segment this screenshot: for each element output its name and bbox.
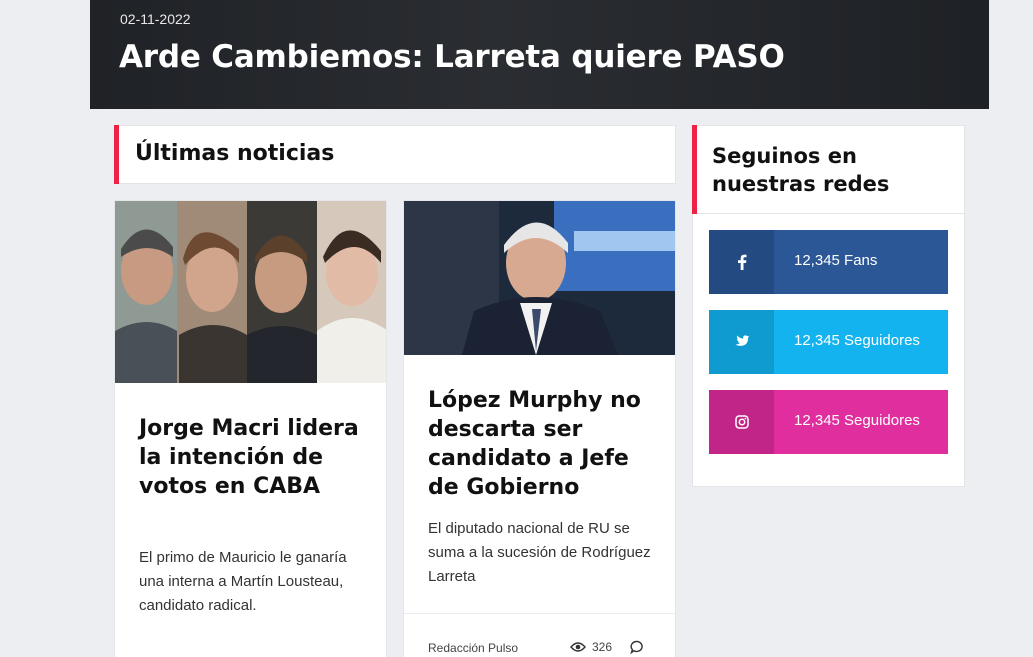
twitter-follow-button[interactable]: 12,345 Seguidores xyxy=(709,310,948,374)
article-title[interactable]: López Murphy no descarta ser candidato a… xyxy=(428,386,660,502)
latest-news-header: Últimas noticias xyxy=(114,125,676,184)
hero-title[interactable]: Arde Cambiemos: Larreta quiere PASO xyxy=(119,39,785,75)
social-widget: Seguinos en nuestras redes 12,345 Fans 1… xyxy=(692,125,965,487)
facebook-follow-button[interactable]: 12,345 Fans xyxy=(709,230,948,294)
facebook-icon xyxy=(709,230,774,294)
comment-icon[interactable] xyxy=(630,640,644,654)
article-card[interactable]: Jorge Macri lidera la intención de votos… xyxy=(114,200,387,657)
featured-hero[interactable]: 02-11-2022 Arde Cambiemos: Larreta quier… xyxy=(90,0,989,109)
article-author[interactable]: Redacción Pulso xyxy=(428,641,518,655)
views-value: 326 xyxy=(592,640,613,654)
article-excerpt: El diputado nacional de RU se suma a la … xyxy=(428,520,651,585)
social-widget-header: Seguinos en nuestras redes xyxy=(692,125,964,214)
article-title[interactable]: Jorge Macri lidera la intención de votos… xyxy=(139,414,369,501)
hero-date: 02-11-2022 xyxy=(120,11,191,27)
twitter-count: 12,345 Seguidores xyxy=(794,332,920,349)
twitter-icon xyxy=(709,310,774,374)
article-card[interactable]: López Murphy no descarta ser candidato a… xyxy=(403,200,676,657)
eye-icon xyxy=(570,642,586,652)
article-meta: Redacción Pulso 326 xyxy=(404,613,675,657)
facebook-count: 12,345 Fans xyxy=(794,252,878,269)
instagram-count: 12,345 Seguidores xyxy=(794,412,920,429)
article-excerpt: El primo de Mauricio le ganaría una inte… xyxy=(139,549,347,614)
views-count: 326 xyxy=(570,640,612,654)
latest-news-title: Últimas noticias xyxy=(135,141,335,166)
article-image[interactable] xyxy=(404,201,676,355)
article-image[interactable] xyxy=(115,201,387,383)
instagram-follow-button[interactable]: 12,345 Seguidores xyxy=(709,390,948,454)
instagram-icon xyxy=(709,390,774,454)
social-widget-title: Seguinos en nuestras redes xyxy=(712,144,890,196)
